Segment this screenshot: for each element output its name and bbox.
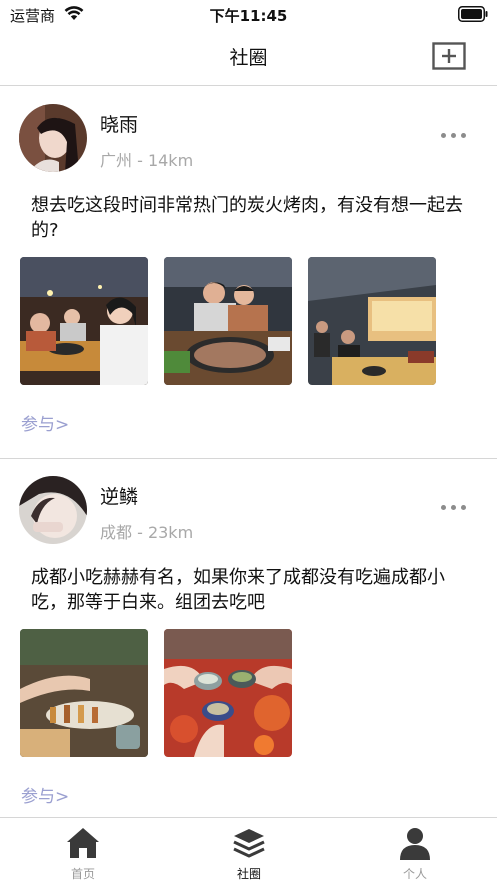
bbq-restaurant-photo[interactable] xyxy=(308,257,436,385)
more-options-icon[interactable] xyxy=(440,130,468,140)
avatar[interactable] xyxy=(19,104,87,172)
app-screen: 运营商 下午11:45 社圈 晓雨 广州 - 14km 想去吃这段时间非常热门的… xyxy=(0,0,497,883)
battery-icon xyxy=(458,6,488,22)
bbq-grill-photo[interactable] xyxy=(164,257,292,385)
tab-bar: 首页 社圈 个人 xyxy=(0,817,497,883)
more-options-icon[interactable] xyxy=(440,502,468,512)
tab-circle[interactable]: 社圈 xyxy=(166,818,332,883)
tab-label: 首页 xyxy=(70,867,95,881)
post-username[interactable]: 晓雨 xyxy=(100,110,138,137)
post-feed[interactable]: 晓雨 广州 - 14km 想去吃这段时间非常热门的炭火烤肉，有没有想一起去的? xyxy=(0,87,497,817)
plus-square-icon[interactable] xyxy=(432,42,466,70)
tab-label: 个人 xyxy=(402,867,427,881)
post-location-distance: 成都 - 23km xyxy=(100,523,194,542)
page-title: 社圈 xyxy=(229,47,268,69)
bbq-friends-photo[interactable] xyxy=(20,257,148,385)
tab-profile[interactable]: 个人 xyxy=(332,818,497,883)
post-content: 想去吃这段时间非常热门的炭火烤肉，有没有想一起去的? xyxy=(31,195,463,241)
status-bar: 运营商 下午11:45 xyxy=(0,0,497,30)
post-location-distance: 广州 - 14km xyxy=(100,151,194,170)
join-link[interactable]: 参与> xyxy=(21,410,69,435)
home-icon xyxy=(67,828,99,858)
layers-icon xyxy=(233,829,265,858)
person-icon xyxy=(400,828,430,860)
tab-home[interactable]: 首页 xyxy=(0,818,166,883)
hotpot-toast-photo[interactable] xyxy=(164,629,292,757)
post-card: 晓雨 广州 - 14km 想去吃这段时间非常热门的炭火烤肉，有没有想一起去的? xyxy=(0,87,497,459)
join-link[interactable]: 参与> xyxy=(21,782,69,807)
post-card: 逆鳞 成都 - 23km 成都小吃赫赫有名，如果你来了成都没有吃遍成都小吃，那等… xyxy=(0,459,497,817)
nav-bar: 社圈 xyxy=(0,30,497,86)
clock-time: 下午11:45 xyxy=(209,7,288,25)
post-content: 成都小吃赫赫有名，如果你来了成都没有吃遍成都小吃，那等于白来。组团去吃吧 xyxy=(31,567,445,613)
tab-label: 社圈 xyxy=(236,867,261,881)
skewers-photo[interactable] xyxy=(20,629,148,757)
avatar[interactable] xyxy=(19,476,87,544)
post-username[interactable]: 逆鳞 xyxy=(100,482,138,509)
